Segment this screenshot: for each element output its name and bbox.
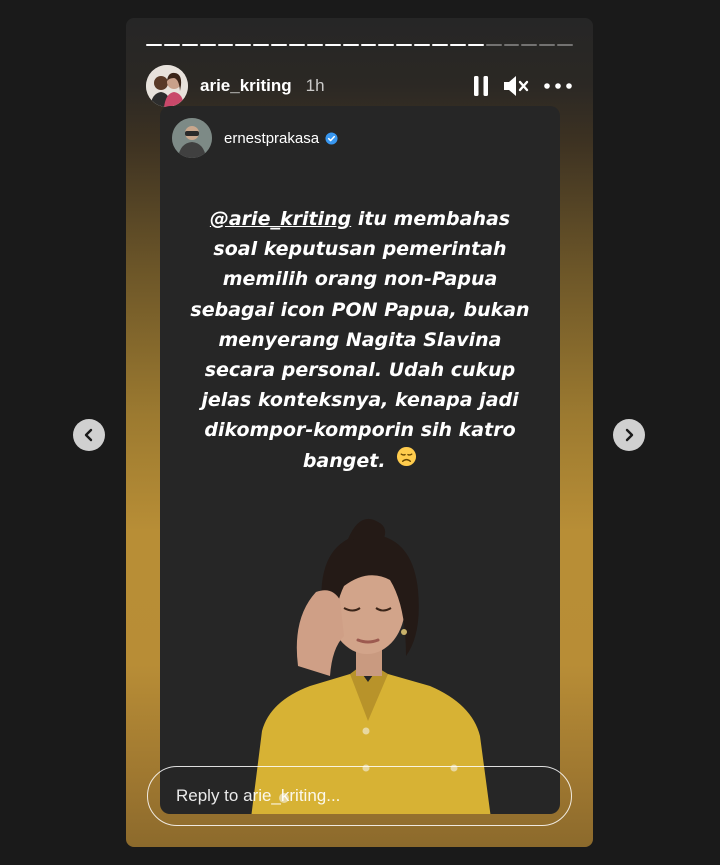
post-header: ernestprakasa bbox=[172, 118, 338, 158]
progress-segment bbox=[521, 44, 538, 46]
progress-segment bbox=[342, 44, 359, 46]
post-body: itu membahas soal keputusan pemerintah m… bbox=[190, 208, 530, 472]
verified-badge-icon bbox=[325, 131, 338, 145]
pause-icon[interactable] bbox=[473, 75, 489, 97]
post-username[interactable]: ernestprakasa bbox=[224, 130, 319, 147]
chevron-left-icon bbox=[82, 428, 96, 442]
story-time: 1h bbox=[305, 76, 325, 95]
progress-segment bbox=[146, 44, 162, 46]
shared-post-card[interactable]: ernestprakasa @arie_kriting itu membahas… bbox=[160, 106, 560, 814]
post-text: @arie_kriting itu membahas soal keputusa… bbox=[160, 204, 560, 476]
disappointed-face-icon bbox=[396, 446, 417, 476]
progress-segment bbox=[503, 44, 520, 46]
progress-segment bbox=[414, 44, 430, 46]
progress-segment bbox=[485, 44, 502, 46]
progress-segment bbox=[396, 44, 413, 46]
progress-segment bbox=[557, 44, 573, 46]
progress-segment bbox=[432, 44, 448, 46]
story-header: arie_kriting 1h bbox=[146, 64, 573, 108]
progress-segment bbox=[378, 44, 395, 46]
story-username[interactable]: arie_kriting bbox=[200, 76, 292, 96]
more-icon[interactable] bbox=[543, 82, 573, 90]
mute-icon[interactable] bbox=[503, 75, 529, 97]
reply-input[interactable] bbox=[147, 766, 572, 826]
progress-bar bbox=[146, 44, 573, 46]
progress-segment bbox=[181, 44, 198, 46]
progress-segment bbox=[253, 44, 270, 46]
avatar[interactable] bbox=[146, 65, 188, 107]
chevron-right-icon bbox=[622, 428, 636, 442]
post-mention[interactable]: @arie_kriting bbox=[210, 208, 351, 230]
next-story-button[interactable] bbox=[613, 419, 645, 451]
progress-segment bbox=[360, 44, 377, 46]
progress-segment bbox=[324, 44, 341, 46]
progress-segment bbox=[163, 44, 180, 46]
previous-story-button[interactable] bbox=[73, 419, 105, 451]
progress-segment bbox=[306, 44, 323, 46]
progress-segment bbox=[467, 44, 484, 46]
progress-segment bbox=[271, 44, 287, 46]
story-viewer: arie_kriting 1h ernestprakasa @arie_krit… bbox=[126, 18, 593, 847]
progress-segment bbox=[289, 44, 305, 46]
post-avatar[interactable] bbox=[172, 118, 212, 158]
progress-segment bbox=[199, 44, 216, 46]
progress-segment bbox=[217, 44, 234, 46]
progress-segment bbox=[235, 44, 252, 46]
progress-segment bbox=[539, 44, 556, 46]
progress-segment bbox=[449, 44, 466, 46]
